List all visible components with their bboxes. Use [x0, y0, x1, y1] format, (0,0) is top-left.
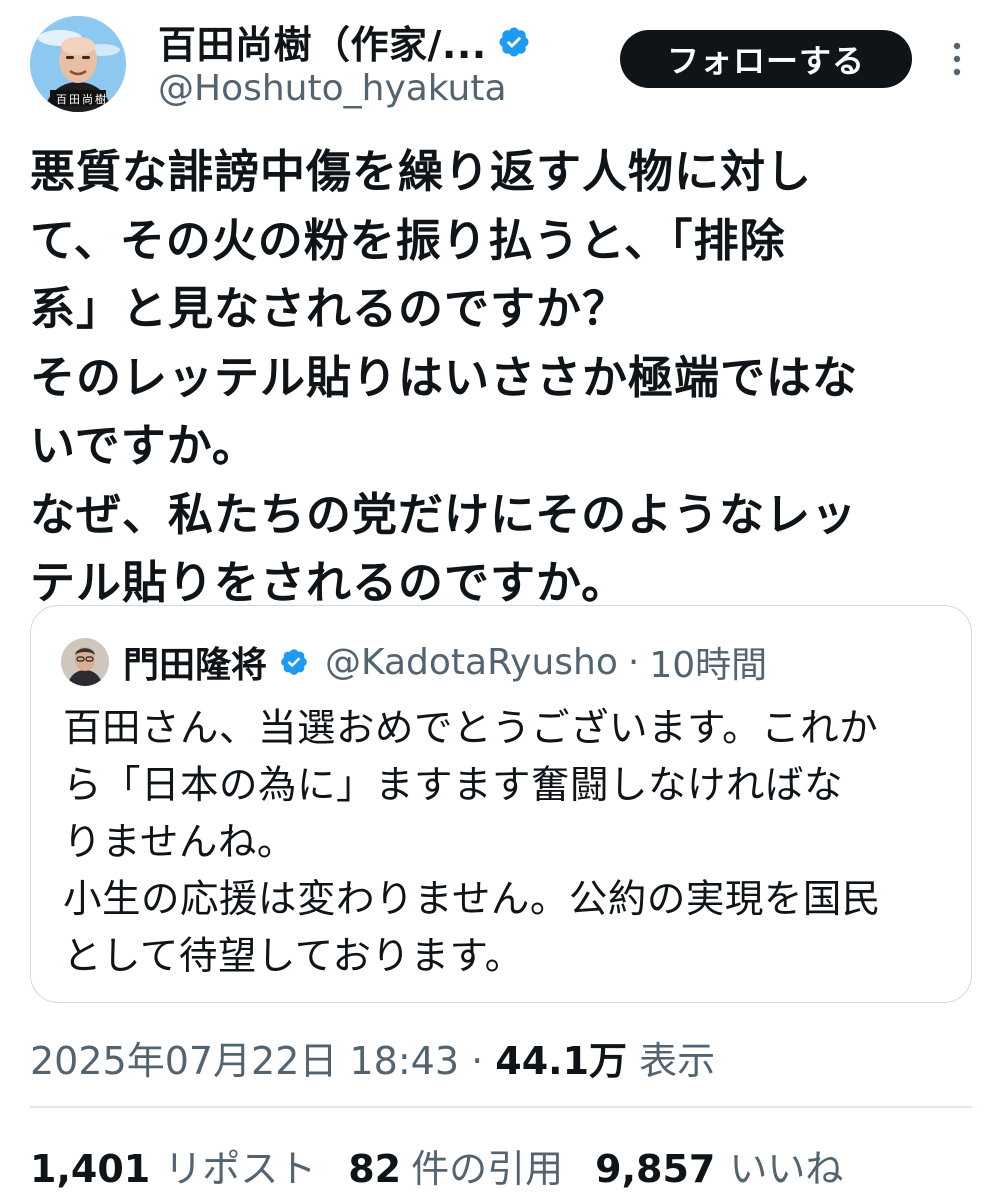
separator-dot: ·	[471, 1039, 484, 1083]
verified-badge-icon	[499, 26, 529, 57]
author-handle[interactable]: @Hoshuto_hyakuta	[158, 68, 507, 109]
quoted-tweet-text: 百田さん、当選おめでとうございます。これか ら「日本の為に」ますます奮闘しなけれ…	[63, 700, 953, 985]
quoted-author-avatar[interactable]	[61, 638, 109, 686]
quoted-text-line: ら「日本の為に」ますます奮闘しなければな	[63, 763, 844, 808]
tweet-timestamp[interactable]: 2025年07月22日 18:43	[30, 1039, 459, 1083]
quoted-author-name[interactable]: 門田隆将	[123, 636, 267, 688]
engagement-stats: 1,401 リポスト 82 件の引用 9,857 いいね	[30, 1138, 875, 1193]
follow-button[interactable]: フォローする	[620, 30, 912, 88]
quoted-tweet-card[interactable]: 門田隆将 @KadotaRyusho · 10時間 百田さん、当選おめでとうござ…	[30, 605, 972, 1003]
tweet-text-line: て、その火の粉を振り払うと、「排除	[30, 213, 786, 267]
quoted-text-line: 小生の応援は変わりません。公約の実現を国民	[63, 877, 881, 922]
quote-label: 件の引用	[411, 1147, 564, 1191]
repost-stat[interactable]: 1,401 リポスト	[30, 1138, 316, 1193]
like-count: 9,857	[595, 1147, 716, 1191]
separator-dot: ·	[627, 641, 640, 683]
view-count-label: 表示	[639, 1039, 716, 1083]
author-display-name[interactable]: 百田尚樹（作家/...	[158, 14, 487, 69]
quoted-tweet-time[interactable]: 10時間	[649, 636, 767, 688]
tweet-text-line: いですか。	[30, 419, 258, 472]
repost-label: リポスト	[164, 1147, 317, 1191]
quoted-tweet-header: 門田隆将 @KadotaRyusho · 10時間	[61, 636, 767, 688]
tweet-text-line: 系」と見なされるのですか？	[30, 282, 629, 335]
quote-stat[interactable]: 82 件の引用	[348, 1138, 563, 1193]
tweet-meta: 2025年07月22日 18:43 · 44.1万 表示	[30, 1030, 715, 1085]
like-stat[interactable]: 9,857 いいね	[595, 1138, 843, 1193]
tweet-detail-page: 百田尚樹 百田尚樹（作家/... @Hoshuto_hyakuta フォローする…	[0, 0, 1000, 1200]
quoted-text-line: りませんね。	[63, 820, 296, 865]
author-avatar[interactable]: 百田尚樹	[30, 16, 126, 112]
like-label: いいね	[729, 1147, 844, 1191]
verified-badge-icon	[281, 649, 307, 675]
author-name-row: 百田尚樹（作家/...	[158, 14, 531, 69]
view-count: 44.1万	[495, 1039, 628, 1083]
tweet-text: 悪質な誹謗中傷を繰り返す人物に対し て、その火の粉を振り払うと、「排除 系」と見…	[30, 138, 970, 618]
divider	[30, 1106, 972, 1108]
tweet-text-line: そのレッテル貼りはいささか極端ではな	[30, 350, 859, 404]
quoted-text-line: として待望しております。	[63, 934, 524, 979]
quoted-text-line: 百田さん、当選おめでとうございます。これか	[63, 706, 879, 751]
quote-count: 82	[348, 1147, 402, 1191]
more-options-icon[interactable]	[942, 40, 972, 78]
avatar-caption: 百田尚樹	[56, 93, 108, 106]
quoted-author-avatar-image	[61, 638, 109, 686]
tweet-text-line: 悪質な誹謗中傷を繰り返す人物に対し	[30, 145, 813, 198]
repost-count: 1,401	[30, 1147, 151, 1191]
tweet-text-line: なぜ、私たちの党だけにそのようなレッ	[30, 487, 858, 541]
quoted-author-handle[interactable]: @KadotaRyusho	[325, 642, 618, 683]
